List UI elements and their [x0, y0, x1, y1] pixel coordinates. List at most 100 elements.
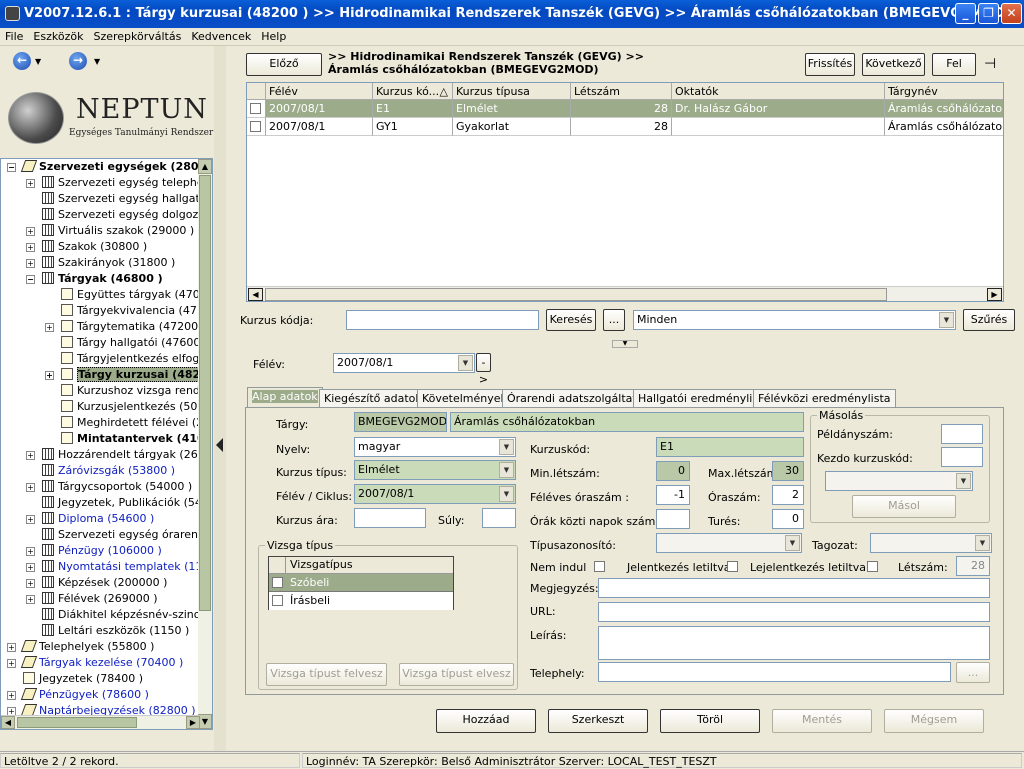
scroll-right-icon[interactable]: ▶ [186, 716, 200, 729]
expand-icon[interactable]: + [26, 547, 35, 556]
masolas-select[interactable]: ▼ [825, 471, 973, 491]
tree-item[interactable]: + Szakok (30800 ) [26, 239, 147, 255]
telephely-input[interactable] [598, 662, 951, 682]
tree-item[interactable]: Szervezeti egység hallgatói ( [42, 191, 212, 207]
row-checkbox[interactable] [247, 118, 266, 136]
grid-header-letszam[interactable]: Létszám [571, 83, 672, 100]
expand-icon[interactable]: + [26, 451, 35, 460]
panel-splitter[interactable] [214, 46, 226, 752]
grid-header-tipus[interactable]: Kurzus típusa [453, 83, 571, 100]
table-cell[interactable]: Áramlás csőhálózatokban [885, 100, 1003, 118]
tree-item[interactable]: + Képzések (200000 ) [26, 575, 167, 591]
scroll-up-icon[interactable]: ▲ [198, 159, 212, 174]
semester-select[interactable]: 2007/08/1 ▼ [333, 353, 475, 373]
tree-item[interactable]: + Tárgyak kezelése (70400 ) [7, 655, 183, 671]
table-cell[interactable]: 28 [571, 118, 672, 136]
grid-header-targynev[interactable]: Tárgynév [885, 83, 1003, 100]
menu-help[interactable]: Help [256, 28, 291, 46]
next-button[interactable]: Következő [862, 53, 925, 76]
checkbox-icon[interactable] [250, 103, 261, 114]
min-letszam-input[interactable]: 0 [656, 461, 690, 481]
chevron-down-icon[interactable]: ▼ [499, 486, 514, 502]
expand-icon[interactable]: + [26, 243, 35, 252]
expand-icon[interactable]: + [7, 659, 16, 668]
tab-kovetelmenyek[interactable]: Követelmények [417, 389, 512, 408]
checkbox-icon[interactable] [272, 577, 283, 588]
megjegyzes-input[interactable] [598, 578, 990, 598]
back-arrow-icon[interactable]: ← [13, 52, 31, 70]
table-cell[interactable]: Gyakorlat [453, 118, 571, 136]
chevron-down-icon[interactable]: ▼ [458, 355, 473, 371]
jelentkezes-letiltva-checkbox[interactable] [727, 561, 738, 572]
expand-icon[interactable]: + [26, 179, 35, 188]
tree-item[interactable]: − Tárgyak (46800 ) [26, 271, 163, 287]
tree-item[interactable]: + Nyomtatási templatek (11300 [26, 559, 212, 575]
collapse-down-icon[interactable]: ▼ [612, 340, 638, 348]
vizsga-row[interactable]: Szóbeli [269, 574, 453, 592]
tagozat-select[interactable]: ▼ [870, 533, 992, 553]
edit-button[interactable]: Szerkeszt [548, 709, 648, 733]
filter-button[interactable]: Szűrés [963, 309, 1015, 331]
collapse-icon[interactable]: − [7, 163, 16, 172]
tree-item[interactable]: + Tárgycsoportok (54000 ) [26, 479, 192, 495]
scroll-down-icon[interactable]: ▼ [198, 714, 212, 729]
expand-icon[interactable]: + [7, 691, 16, 700]
kurzuskod-input[interactable]: E1 [656, 437, 804, 457]
tree-item[interactable]: + Tárgy kurzusai (4820 [45, 367, 209, 383]
tab-felevkozi-eredmenylista[interactable]: Félévközi eredménylista [753, 389, 896, 408]
course-code-input[interactable] [346, 310, 539, 330]
vizsga-column-label[interactable]: Vizsgatípus [290, 558, 353, 571]
tree-item[interactable]: + Pénzügyek (78600 ) [7, 687, 149, 703]
grid-scroll-thumb[interactable] [265, 288, 887, 301]
grid-scroll-right-icon[interactable]: ▶ [987, 288, 1002, 301]
filter-select[interactable]: Minden ▼ [633, 310, 956, 330]
vizsga-row[interactable]: Írásbeli [269, 592, 453, 610]
tree-item[interactable]: Tárgyjelentkezés elfogad [61, 351, 212, 367]
nyelv-select[interactable]: magyar ▼ [354, 437, 516, 457]
grid-header-kurzuskod[interactable]: Kurzus kó... △ [373, 83, 453, 100]
tree-item[interactable]: Mintatantervek (410 [61, 431, 205, 447]
delete-button[interactable]: Töröl [660, 709, 760, 733]
minimize-button[interactable]: _ [955, 3, 976, 24]
tree-item[interactable]: + Szakirányok (31800 ) [26, 255, 175, 271]
chevron-down-icon[interactable]: ▼ [499, 439, 514, 455]
save-button[interactable]: Mentés [772, 709, 872, 733]
back-dropdown-icon[interactable]: ▼ [35, 57, 41, 66]
chevron-down-icon[interactable]: ▼ [939, 312, 954, 328]
table-cell[interactable] [672, 118, 885, 136]
expand-icon[interactable]: + [7, 643, 16, 652]
checkbox-icon[interactable] [250, 121, 261, 132]
table-cell[interactable]: Áramlás csőhálózatokban [885, 118, 1003, 136]
scroll-left-icon[interactable]: ◀ [1, 716, 15, 729]
expand-icon[interactable]: + [26, 515, 35, 524]
tab-kiegeszito-adatok[interactable]: Kiegészítő adatok [319, 389, 427, 408]
peldanyszam-input[interactable] [941, 424, 983, 444]
tree-item[interactable]: + Telephelyek (55800 ) [7, 639, 154, 655]
table-cell[interactable]: E1 [373, 100, 453, 118]
scroll-thumb[interactable] [199, 175, 211, 611]
grid-horizontal-scrollbar[interactable]: ◀ ▶ [247, 286, 1003, 301]
tree-item[interactable]: Záróvizsgák (53800 ) [42, 463, 175, 479]
forward-arrow-icon[interactable]: → [69, 52, 87, 70]
prev-button[interactable]: Előző [246, 53, 322, 76]
close-button[interactable]: ✕ [1001, 3, 1022, 24]
tree-item[interactable]: + Hozzárendelt tárgyak (2650 [26, 447, 212, 463]
menu-kedvencek[interactable]: Kedvencek [186, 28, 256, 46]
tree-item[interactable]: Jegyzetek, Publikációk (544 [42, 495, 209, 511]
tree-item[interactable]: Tárgy hallgatói (47600 ) [61, 335, 208, 351]
grid-scroll-left-icon[interactable]: ◀ [248, 288, 263, 301]
checkbox-icon[interactable] [272, 595, 283, 606]
tree-vertical-scrollbar[interactable]: ▲ ▼ [198, 159, 212, 729]
expand-icon[interactable]: + [45, 371, 54, 380]
menu-file[interactable]: File [0, 28, 28, 46]
tree-item[interactable]: Együttes tárgyak (47000 [61, 287, 212, 303]
table-cell[interactable]: 28 [571, 100, 672, 118]
grid-header-felev[interactable]: Félév [266, 83, 373, 100]
tree-item[interactable]: Meghirdetett félévei (268 [61, 415, 212, 431]
table-cell[interactable]: 2007/08/1 [266, 118, 373, 136]
max-letszam-input[interactable]: 30 [772, 461, 804, 481]
tree-item[interactable]: + Virtuális szakok (29000 ) [26, 223, 194, 239]
tree-item[interactable]: Jegyzetek (78400 ) [23, 671, 143, 687]
table-cell[interactable]: 2007/08/1 [266, 100, 373, 118]
tree-item[interactable]: Leltári eszközök (1150 ) [42, 623, 189, 639]
